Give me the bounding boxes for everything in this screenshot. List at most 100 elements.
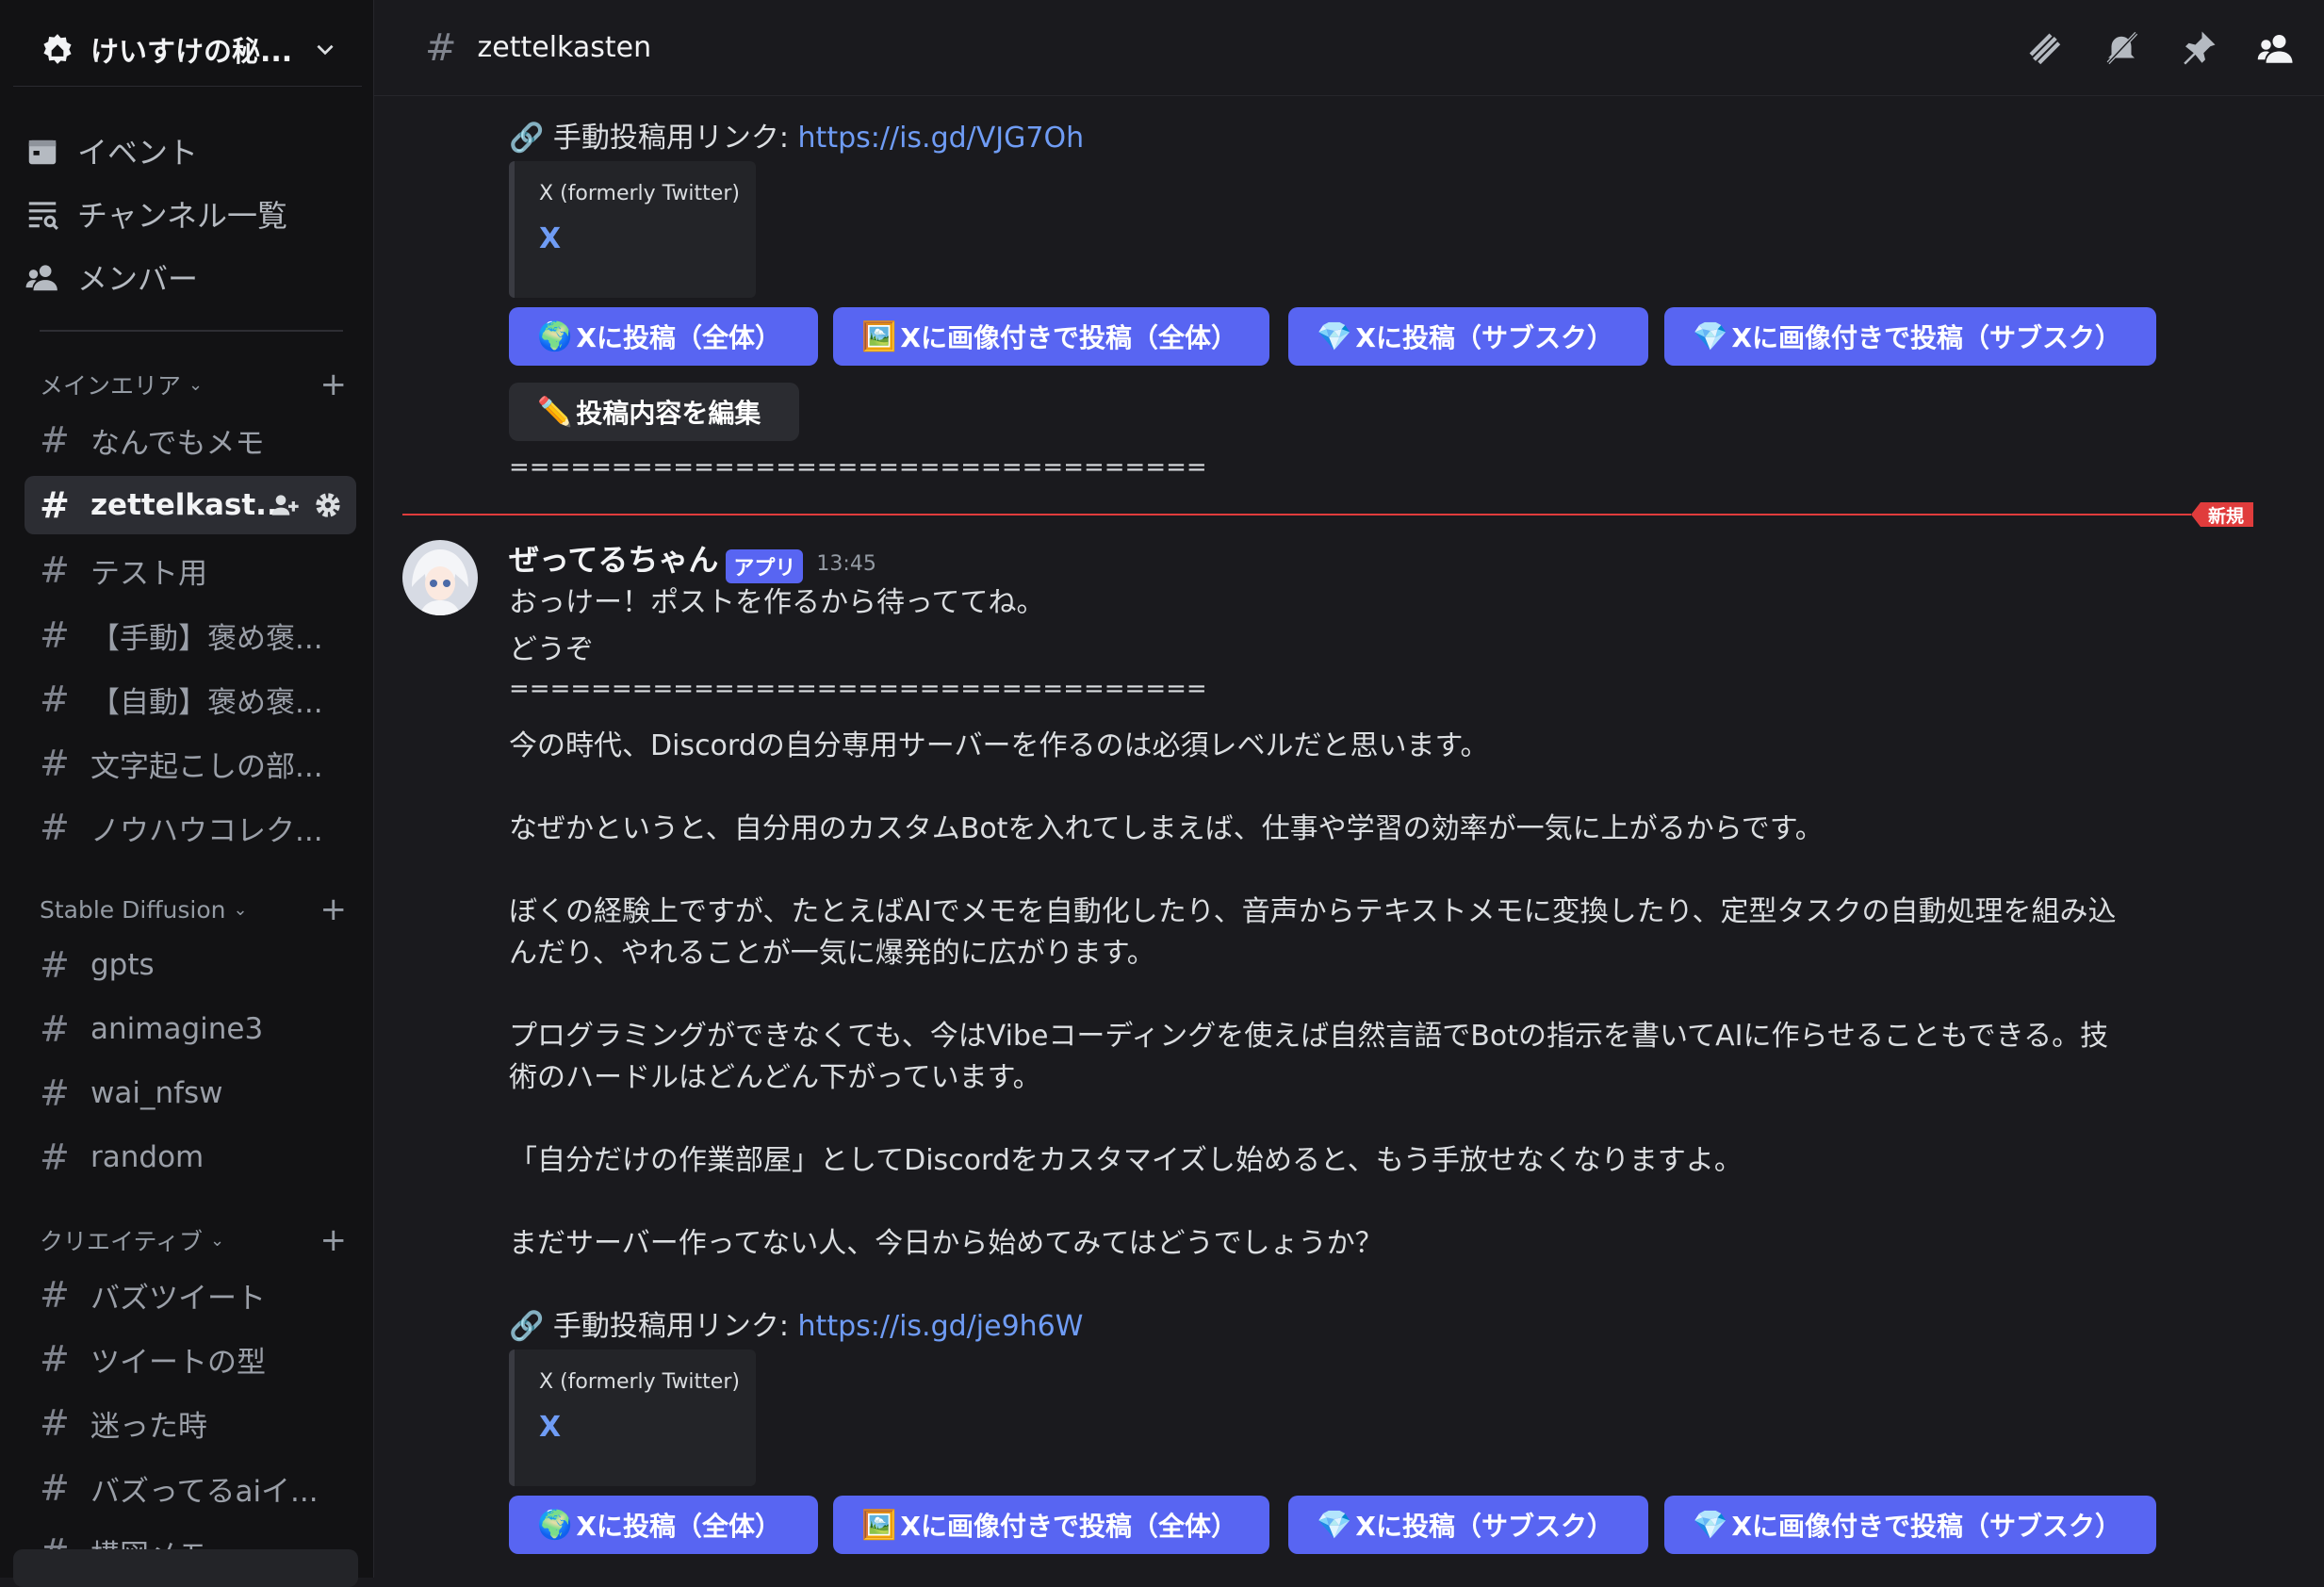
hash-icon: # <box>40 1274 70 1316</box>
embed-provider: X (formerly Twitter) <box>539 182 740 205</box>
hash-icon: # <box>40 1467 70 1509</box>
gem-icon: 💎 <box>1317 1508 1352 1542</box>
author-name[interactable]: ぜってるちゃん <box>509 542 718 578</box>
bell-muted-icon[interactable] <box>2102 28 2141 68</box>
invite-icon[interactable] <box>270 490 300 520</box>
hash-icon: # <box>40 614 70 656</box>
channel-label: random <box>90 1140 205 1174</box>
timestamp[interactable]: 13:45 <box>816 552 876 576</box>
manual-post-link-line: 🔗 手動投稿用リンク: https://is.gd/VJG7Oh <box>509 114 1084 155</box>
gem-icon: 💎 <box>1693 319 1728 353</box>
channel-item[interactable]: # なんでもメモ <box>25 411 356 469</box>
post-image-all-button[interactable]: 🖼️ Xに画像付きで投稿（全体） <box>833 1496 1269 1554</box>
channel-item[interactable]: # animagine3 <box>25 1000 356 1058</box>
nsfw-hash-icon: # <box>40 1072 70 1114</box>
channel-label: バズツイート <box>90 1281 266 1316</box>
post-image-all-button[interactable]: 🖼️ Xに画像付きで投稿（全体） <box>833 307 1269 366</box>
channel-sidebar: けいすけの秘... イベント チャンネル一覧 メンバー メインエリア ⌄ + #… <box>0 0 374 1587</box>
post-image-sub-button[interactable]: 💎 Xに画像付きで投稿（サブスク） <box>1664 1496 2156 1554</box>
chevron-down-icon: ⌄ <box>210 1230 225 1251</box>
channel-item[interactable]: # random <box>25 1128 356 1186</box>
message-text: んだり、やれることが一気に爆発的に広がります。 <box>509 937 1155 970</box>
nav-channel-list-label: チャンネル一覧 <box>77 198 288 234</box>
channel-item[interactable]: # ノウハウコレク... <box>25 798 356 857</box>
channel-item[interactable]: # 迷った時 <box>25 1394 356 1452</box>
category-main[interactable]: メインエリア ⌄ + <box>40 366 351 403</box>
channel-item[interactable]: # 【自動】褒め褒... <box>25 670 356 728</box>
member-list-icon[interactable] <box>2256 28 2296 68</box>
threads-icon[interactable] <box>2024 28 2064 68</box>
nav-channel-list[interactable]: チャンネル一覧 <box>25 186 345 242</box>
channel-item[interactable]: # バズってるaiイ... <box>25 1459 356 1517</box>
post-link[interactable]: https://is.gd/VJG7Oh <box>798 122 1085 155</box>
category-label: メインエリア <box>40 372 182 400</box>
message-header: ぜってるちゃん アプリ 13:45 <box>509 536 876 583</box>
channel-item[interactable]: # テスト用 <box>25 541 356 599</box>
channel-item[interactable]: # バズツイート <box>25 1266 356 1324</box>
image-icon: 🖼️ <box>861 1508 897 1542</box>
button-label: Xに投稿（全体） <box>576 1511 781 1542</box>
server-header[interactable]: けいすけの秘... <box>13 11 362 87</box>
calendar-icon <box>28 139 57 165</box>
channel-item[interactable]: # 文字起こしの部... <box>25 734 356 793</box>
message-text: 「自分だけの作業部屋」としてDiscordをカスタマイズし始めると、もう手放せな… <box>509 1144 1743 1177</box>
channel-item[interactable]: # ツイートの型 <box>25 1330 356 1388</box>
chevron-down-icon <box>317 44 334 55</box>
server-icon <box>43 33 72 64</box>
post-sub-button[interactable]: 💎 Xに投稿（サブスク） <box>1288 1496 1648 1554</box>
hash-icon: # <box>40 419 70 461</box>
pencil-icon: ✏️ <box>537 395 573 429</box>
message-text: ぼくの経験上ですが、たとえばAIでメモを自動化したり、音声からテキストメモに変換… <box>509 895 2117 928</box>
message-text: 今の時代、Discordの自分専用サーバーを作るのは必須レベルだと思います。 <box>509 729 1489 762</box>
link-label: 🔗 手動投稿用リンク: <box>509 122 798 155</box>
channel-label: テスト用 <box>90 556 207 591</box>
channel-item[interactable]: # 【手動】褒め褒... <box>25 606 356 664</box>
post-all-button[interactable]: 🌍 Xに投稿（全体） <box>509 1496 818 1554</box>
image-icon: 🖼️ <box>861 319 897 353</box>
hash-icon: # <box>40 944 70 986</box>
message-text: おっけー！ポストを作るから待っててね。 <box>509 586 1045 619</box>
embed-title[interactable]: X <box>539 1411 756 1444</box>
channel-label: なんでもメモ <box>90 426 265 461</box>
post-link[interactable]: https://is.gd/je9h6W <box>798 1310 1084 1343</box>
nav-events[interactable]: イベント <box>25 123 345 179</box>
channel-item[interactable]: # gpts <box>25 936 356 994</box>
post-all-button[interactable]: 🌍 Xに投稿（全体） <box>509 307 818 366</box>
button-label: Xに画像付きで投稿（サブスク） <box>1731 1511 2121 1542</box>
channel-label: animagine3 <box>90 1012 264 1046</box>
chevron-down-icon: ⌄ <box>188 374 204 395</box>
hash-icon: # <box>40 549 70 591</box>
category-stable-diffusion[interactable]: Stable Diffusion ⌄ + <box>40 891 351 928</box>
channel-label: ノウハウコレク... <box>90 813 323 848</box>
edit-post-button[interactable]: ✏️ 投稿内容を編集 <box>509 383 799 441</box>
button-label: Xに画像付きで投稿（サブスク） <box>1731 322 2121 353</box>
channel-list-icon <box>28 202 58 230</box>
nav-members-label: メンバー <box>77 261 199 297</box>
hash-icon: # <box>40 1338 70 1380</box>
channel-item[interactable]: # wai_nfsw <box>25 1064 356 1122</box>
embed-provider: X (formerly Twitter) <box>539 1370 740 1394</box>
button-label: Xに投稿（サブスク） <box>1355 1511 1613 1542</box>
add-channel-icon[interactable]: + <box>320 891 348 928</box>
new-badge: 新規 <box>2191 502 2254 527</box>
button-label: 投稿内容を編集 <box>576 398 761 429</box>
button-label: Xに投稿（全体） <box>576 322 781 353</box>
avatar[interactable] <box>402 540 478 615</box>
add-channel-icon[interactable]: + <box>320 1221 348 1259</box>
message-list: 🔗 手動投稿用リンク: https://is.gd/VJG7Oh X (form… <box>374 97 2324 1578</box>
channel-label: ツイートの型 <box>90 1345 266 1380</box>
gear-icon[interactable] <box>313 490 343 520</box>
channel-label: 迷った時 <box>90 1409 207 1444</box>
nav-members[interactable]: メンバー <box>25 249 345 305</box>
add-channel-icon[interactable]: + <box>320 366 348 403</box>
post-image-sub-button[interactable]: 💎 Xに画像付きで投稿（サブスク） <box>1664 307 2156 366</box>
channel-item-active[interactable]: # zettelkast... <box>25 476 356 534</box>
post-sub-button[interactable]: 💎 Xに投稿（サブスク） <box>1288 307 1648 366</box>
pin-icon[interactable] <box>2179 28 2218 68</box>
message-text: 術のハードルはどんどん下がっています。 <box>509 1061 1041 1094</box>
embed-title[interactable]: X <box>539 222 756 255</box>
category-creative[interactable]: クリエイティブ ⌄ + <box>40 1221 351 1259</box>
user-panel[interactable] <box>13 1549 358 1587</box>
message-text: プログラミングができなくても、今はVibeコーディングを使えば自然言語でBotの… <box>509 1020 2109 1053</box>
manual-post-link-line: 🔗 手動投稿用リンク: https://is.gd/je9h6W <box>509 1302 1083 1344</box>
